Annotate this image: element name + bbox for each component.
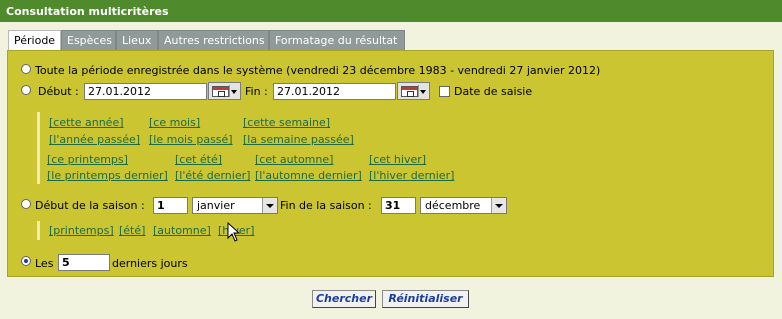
radio-whole-period[interactable] xyxy=(21,64,31,74)
link-autumn[interactable]: [automne] xyxy=(153,224,211,237)
start-date-input[interactable]: 27.01.2012 xyxy=(84,83,207,100)
season-start-label: Début de la saison : xyxy=(35,199,145,212)
tab-formatage-resultat[interactable]: Formatage du résultat xyxy=(269,30,405,50)
link-last-year[interactable]: [l'année passée] xyxy=(49,133,140,146)
link-this-year[interactable]: [cette année] xyxy=(49,116,124,129)
tab-periode[interactable]: Période xyxy=(8,30,61,51)
season-end-day-input[interactable]: 31 xyxy=(381,197,416,214)
link-last-summer[interactable]: [l'été dernier] xyxy=(175,169,250,182)
link-last-spring[interactable]: [le printemps dernier] xyxy=(47,169,168,182)
tab-especes[interactable]: Espèces xyxy=(61,30,116,50)
link-this-month[interactable]: [ce mois] xyxy=(149,116,200,129)
window-titlebar: Consultation multicritères xyxy=(0,0,782,22)
entry-date-checkbox[interactable] xyxy=(439,86,450,97)
chevron-down-icon xyxy=(491,198,506,213)
tab-autres-restrictions[interactable]: Autres restrictions xyxy=(158,30,269,50)
link-last-winter[interactable]: [l'hiver dernier] xyxy=(369,169,454,182)
season-start-month-value: janvier xyxy=(197,199,235,212)
link-last-month[interactable]: [le mois passé] xyxy=(149,133,233,146)
start-calendar-button[interactable] xyxy=(208,82,241,100)
calendar-icon xyxy=(401,86,418,97)
link-this-winter[interactable]: [cet hiver] xyxy=(369,153,426,166)
last-days-suffix: derniers jours xyxy=(112,257,188,270)
whole-period-label: Toute la période enregistrée dans le sys… xyxy=(35,64,601,77)
link-spring[interactable]: [printemps] xyxy=(49,224,114,237)
season-end-label: Fin de la saison : xyxy=(280,199,372,212)
radio-season[interactable] xyxy=(21,199,31,209)
last-days-input[interactable]: 5 xyxy=(58,254,110,271)
window-title: Consultation multicritères xyxy=(6,5,169,18)
radio-last-days[interactable] xyxy=(21,256,31,266)
tab-lieux[interactable]: Lieux xyxy=(116,30,158,50)
link-summer[interactable]: [été] xyxy=(119,224,145,237)
link-this-week[interactable]: [cette semaine] xyxy=(243,116,330,129)
links-divider xyxy=(37,112,40,184)
season-start-day-input[interactable]: 1 xyxy=(153,197,188,214)
mouse-cursor-icon xyxy=(227,222,241,242)
chevron-down-icon xyxy=(262,198,277,213)
season-start-month-select[interactable]: janvier xyxy=(192,197,278,214)
search-button[interactable]: Chercher xyxy=(312,290,376,308)
link-last-autumn[interactable]: [l'automne dernier] xyxy=(255,169,362,182)
dropdown-arrow-icon xyxy=(418,85,428,97)
end-calendar-button[interactable] xyxy=(397,82,430,100)
last-days-prefix: Les xyxy=(35,257,54,270)
link-this-autumn[interactable]: [cet automne] xyxy=(255,153,333,166)
end-label: Fin : xyxy=(245,85,268,98)
reset-button[interactable]: Réinitialiser xyxy=(382,290,469,308)
season-links-divider xyxy=(37,221,40,240)
season-end-month-select[interactable]: décembre xyxy=(420,197,507,214)
end-date-input[interactable]: 27.01.2012 xyxy=(273,83,396,100)
calendar-icon xyxy=(212,86,229,97)
start-label: Début : xyxy=(38,85,79,98)
link-this-spring[interactable]: [ce printemps] xyxy=(47,153,128,166)
radio-date-range[interactable] xyxy=(21,85,31,95)
season-end-month-value: décembre xyxy=(425,199,481,212)
entry-date-label: Date de saisie xyxy=(454,85,533,98)
link-this-summer[interactable]: [cet été] xyxy=(175,153,222,166)
link-last-week[interactable]: [la semaine passée] xyxy=(243,133,354,146)
dropdown-arrow-icon xyxy=(229,85,239,97)
